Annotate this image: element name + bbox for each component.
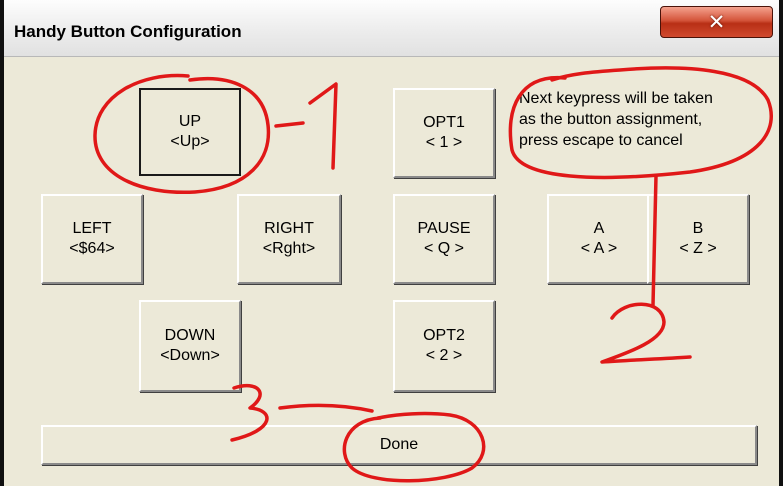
instruction-text: Next keypress will be taken as the butto…	[519, 88, 769, 151]
up-button[interactable]: UP <Up>	[139, 88, 241, 176]
close-button[interactable]: ✕	[660, 6, 773, 38]
dialog-window: Handy Button Configuration ✕ UP <Up> LEF…	[0, 0, 783, 486]
opt1-button-key: < 1 >	[425, 134, 463, 151]
down-button-key: <Down>	[160, 347, 220, 364]
pause-button-key: < Q >	[423, 240, 465, 257]
pause-button-label: PAUSE	[417, 220, 471, 237]
down-button-label: DOWN	[164, 327, 216, 344]
instruction-line-1: Next keypress will be taken	[519, 90, 713, 107]
b-button-label: B	[692, 220, 704, 237]
instruction-line-2: as the button assignment,	[519, 111, 703, 128]
right-button-label: RIGHT	[264, 220, 314, 237]
b-button-key: < Z >	[679, 240, 717, 257]
a-button-key: < A >	[580, 240, 618, 257]
opt2-button-label: OPT2	[423, 327, 465, 344]
right-button-key: <Rght>	[262, 240, 316, 257]
a-button-label: A	[593, 220, 605, 237]
opt2-button[interactable]: OPT2 < 2 >	[393, 300, 495, 392]
title-bar[interactable]: Handy Button Configuration ✕	[4, 0, 779, 57]
opt1-button[interactable]: OPT1 < 1 >	[393, 88, 495, 178]
left-button-label: LEFT	[72, 220, 112, 237]
a-button[interactable]: A < A >	[547, 194, 651, 284]
right-button[interactable]: RIGHT <Rght>	[237, 194, 341, 284]
done-button[interactable]: Done	[41, 425, 757, 465]
close-icon: ✕	[707, 10, 726, 34]
opt2-button-key: < 2 >	[425, 347, 463, 364]
left-button[interactable]: LEFT <$64>	[41, 194, 143, 284]
instruction-line-3: press escape to cancel	[519, 132, 683, 149]
b-button[interactable]: B < Z >	[647, 194, 749, 284]
window-title: Handy Button Configuration	[14, 22, 242, 41]
done-button-label: Done	[379, 436, 419, 453]
left-button-key: <$64>	[69, 240, 115, 257]
dialog-body: UP <Up> LEFT <$64> RIGHT <Rght> DOWN <Do…	[7, 57, 776, 486]
opt1-button-label: OPT1	[423, 114, 465, 131]
up-button-label: UP	[178, 113, 202, 130]
pause-button[interactable]: PAUSE < Q >	[393, 194, 495, 284]
up-button-key: <Up>	[170, 133, 210, 150]
down-button[interactable]: DOWN <Down>	[139, 300, 241, 392]
